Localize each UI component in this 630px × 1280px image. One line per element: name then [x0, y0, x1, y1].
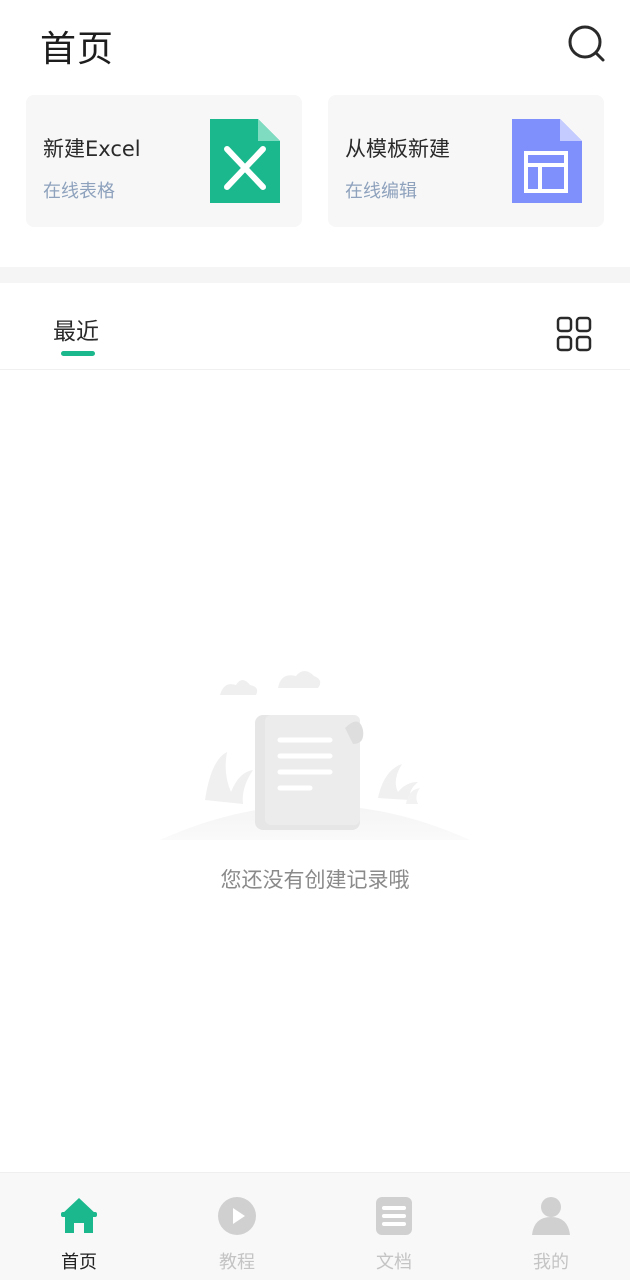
tab-recent[interactable]: 最近 [53, 312, 99, 346]
home-icon [61, 1198, 97, 1233]
bottom-nav: 首页 教程 文档 我的 [0, 1172, 630, 1280]
new-excel-card[interactable]: 新建Excel 在线表格 [26, 95, 302, 227]
document-icon [376, 1197, 412, 1235]
nav-item-profile[interactable]: 我的 [501, 1191, 601, 1273]
page-title: 首页 [40, 29, 115, 70]
nav-label-tutorial: 教程 [219, 1252, 255, 1273]
new-excel-title: 新建Excel [43, 137, 141, 161]
grid-view-icon [556, 316, 592, 352]
excel-file-icon [210, 119, 280, 203]
user-icon [532, 1197, 570, 1235]
new-excel-subtitle: 在线表格 [43, 181, 115, 202]
nav-item-tutorial[interactable]: 教程 [187, 1191, 287, 1273]
section-divider [0, 267, 630, 283]
nav-label-documents: 文档 [376, 1252, 412, 1273]
search-icon [568, 25, 605, 62]
nav-item-home[interactable]: 首页 [29, 1191, 129, 1273]
nav-label-profile: 我的 [533, 1252, 569, 1273]
template-title: 从模板新建 [345, 137, 450, 161]
tab-active-indicator [61, 351, 95, 356]
template-file-icon [512, 119, 582, 203]
empty-scroll-icon [160, 671, 470, 840]
search-button[interactable] [565, 22, 609, 66]
app-header: 首页 [0, 0, 630, 92]
home-page: 首页 新建Excel 在线表格 从模板新建 在线编辑 最近 您还没有创建记录哦 … [0, 0, 630, 1280]
nav-item-documents[interactable]: 文档 [344, 1191, 444, 1273]
grid-view-button[interactable] [554, 314, 594, 354]
nav-label-home: 首页 [61, 1252, 97, 1273]
new-from-template-card[interactable]: 从模板新建 在线编辑 [328, 95, 604, 227]
play-icon [218, 1197, 256, 1235]
template-subtitle: 在线编辑 [345, 181, 417, 202]
tabs-divider [0, 369, 630, 370]
empty-state-text: 您还没有创建记录哦 [220, 868, 410, 892]
